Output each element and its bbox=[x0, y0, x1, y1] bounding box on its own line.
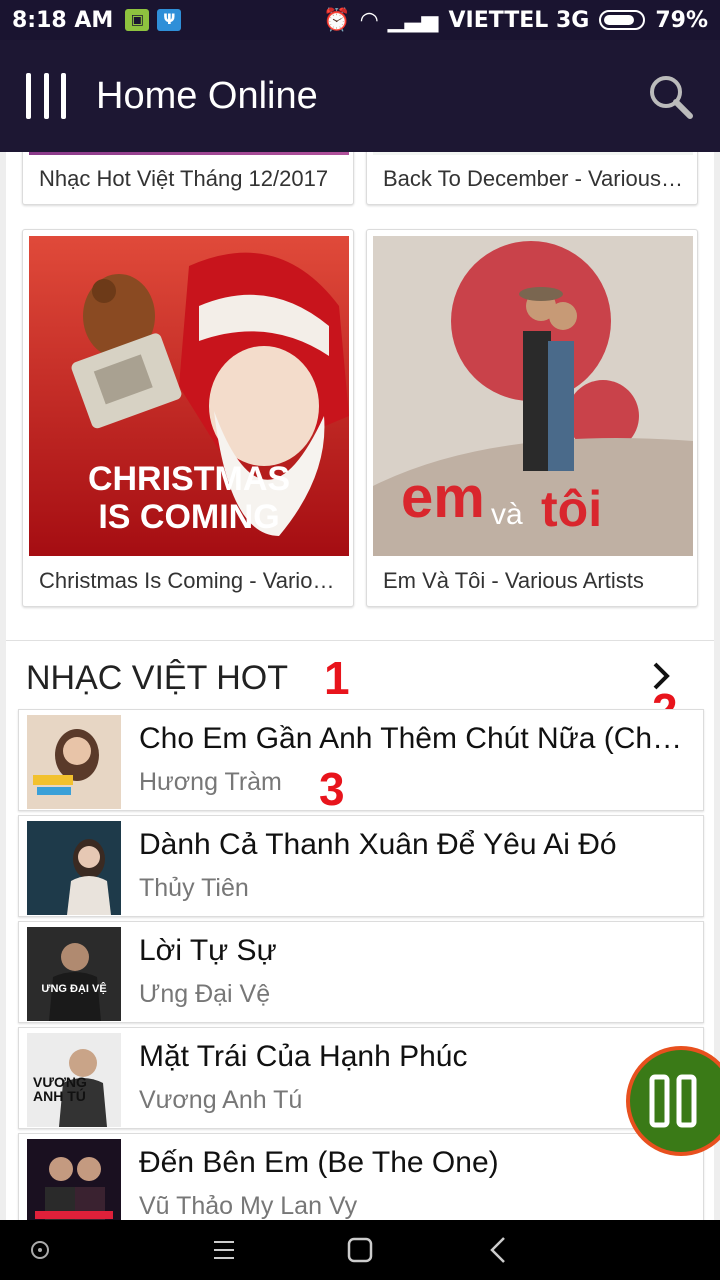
status-right: ⏰ ◠ ▁▃▅ VIETTEL 3G 79% bbox=[323, 8, 708, 33]
song-row[interactable]: Dành Cả Thanh Xuân Để Yêu Ai Đó Thủy Tiê… bbox=[18, 815, 704, 917]
album-caption: Back To December - Various Artists bbox=[383, 166, 683, 191]
menu-icon[interactable] bbox=[26, 73, 66, 119]
search-icon[interactable] bbox=[646, 72, 694, 120]
song-thumbnail: ƯNG ĐẠI VỆ bbox=[27, 927, 121, 1021]
page-title: Home Online bbox=[96, 74, 318, 117]
signal-icon: ▁▃▅ bbox=[387, 7, 439, 33]
thumbnail-text: VƯƠNG ANH TÚ bbox=[33, 1074, 87, 1104]
usb-icon: Ψ bbox=[157, 9, 182, 31]
song-row[interactable]: VƯƠNG ANH TÚ Mặt Trái Của Hạnh Phúc Vươn… bbox=[18, 1027, 704, 1129]
song-title: Dành Cả Thanh Xuân Để Yêu Ai Đó bbox=[139, 828, 617, 861]
annotation-1: 1 bbox=[324, 652, 350, 704]
song-title: Mặt Trái Của Hạnh Phúc bbox=[139, 1040, 468, 1073]
annotation-3: 3 bbox=[319, 763, 345, 815]
alarm-icon: ⏰ bbox=[323, 7, 351, 33]
album-art bbox=[29, 152, 349, 155]
song-artist: Thủy Tiên bbox=[139, 874, 249, 902]
song-thumbnail bbox=[27, 715, 121, 809]
pause-icon bbox=[649, 1074, 697, 1128]
album-caption: Nhạc Hot Việt Tháng 12/2017 bbox=[39, 166, 329, 191]
status-time: 8:18 AM bbox=[12, 7, 114, 33]
album-art-text: em bbox=[401, 465, 485, 530]
wifi-icon: ◠ bbox=[360, 7, 378, 33]
song-artist: Hương Tràm bbox=[139, 768, 282, 796]
hot-section: NHẠC VIỆT HOT 1 2 Cho Em Gần Anh Thêm Ch… bbox=[6, 640, 714, 1220]
home-icon[interactable] bbox=[344, 1234, 376, 1266]
app-bar: Home Online bbox=[0, 40, 720, 152]
fab-inner bbox=[630, 1050, 720, 1152]
album-card[interactable]: em và tôi Em Và Tôi - Various Artists bbox=[366, 229, 698, 607]
album-art-text: và bbox=[491, 498, 523, 531]
song-thumbnail bbox=[27, 1139, 121, 1220]
song-thumbnail bbox=[27, 821, 121, 915]
section-title: NHẠC VIỆT HOT bbox=[26, 659, 288, 697]
song-row[interactable]: ƯNG ĐẠI VỆ Lời Tự Sự Ưng Đại Vệ bbox=[18, 921, 704, 1023]
android-debug-icon: ▣ bbox=[125, 9, 150, 31]
content-scroll[interactable]: Nhạc Hot Việt Tháng 12/2017 Back To Dece… bbox=[0, 152, 720, 1220]
album-art-text: CHRISTMAS IS COMING bbox=[87, 460, 291, 536]
song-artist: Vũ Thảo My Lan Vy bbox=[139, 1192, 358, 1220]
carrier-label: VIETTEL 3G bbox=[448, 7, 590, 33]
menu-nav-icon[interactable] bbox=[208, 1234, 240, 1266]
album-card[interactable]: Nhạc Hot Việt Tháng 12/2017 bbox=[22, 152, 354, 205]
song-artist: Ưng Đại Vệ bbox=[139, 980, 271, 1008]
status-bar: 8:18 AM ▣ Ψ ⏰ ◠ ▁▃▅ VIETTEL 3G 79% bbox=[0, 0, 720, 40]
album-art: em và tôi bbox=[373, 236, 693, 556]
album-art: CHRISTMAS IS COMING bbox=[29, 236, 349, 556]
album-art-text: tôi bbox=[541, 481, 603, 537]
album-card[interactable]: CHRISTMAS IS COMING Christmas Is Coming … bbox=[22, 229, 354, 607]
recent-apps-icon[interactable] bbox=[24, 1234, 56, 1266]
album-art bbox=[373, 152, 693, 155]
album-caption: Em Và Tôi - Various Artists bbox=[383, 568, 644, 593]
song-thumbnail: VƯƠNG ANH TÚ bbox=[27, 1033, 121, 1127]
system-nav-bar bbox=[0, 1220, 720, 1280]
song-title: Lời Tự Sự bbox=[139, 934, 277, 967]
song-title: Cho Em Gần Anh Thêm Chút Nữa (Chút Nữa) bbox=[139, 722, 691, 755]
song-row[interactable]: Đến Bên Em (Be The One) Vũ Thảo My Lan V… bbox=[18, 1133, 704, 1220]
thumbnail-text: ƯNG ĐẠI VỆ bbox=[41, 983, 107, 995]
song-title: Đến Bên Em (Be The One) bbox=[139, 1146, 499, 1179]
back-icon[interactable] bbox=[484, 1234, 516, 1266]
battery-level: 79% bbox=[655, 7, 708, 33]
album-caption: Christmas Is Coming - Various Artists bbox=[39, 568, 339, 593]
song-row[interactable]: Cho Em Gần Anh Thêm Chút Nữa (Chút Nữa) … bbox=[18, 709, 704, 815]
song-artist: Vương Anh Tú bbox=[139, 1086, 303, 1114]
battery-icon bbox=[599, 10, 646, 30]
album-card[interactable]: Back To December - Various Artists bbox=[366, 152, 698, 205]
